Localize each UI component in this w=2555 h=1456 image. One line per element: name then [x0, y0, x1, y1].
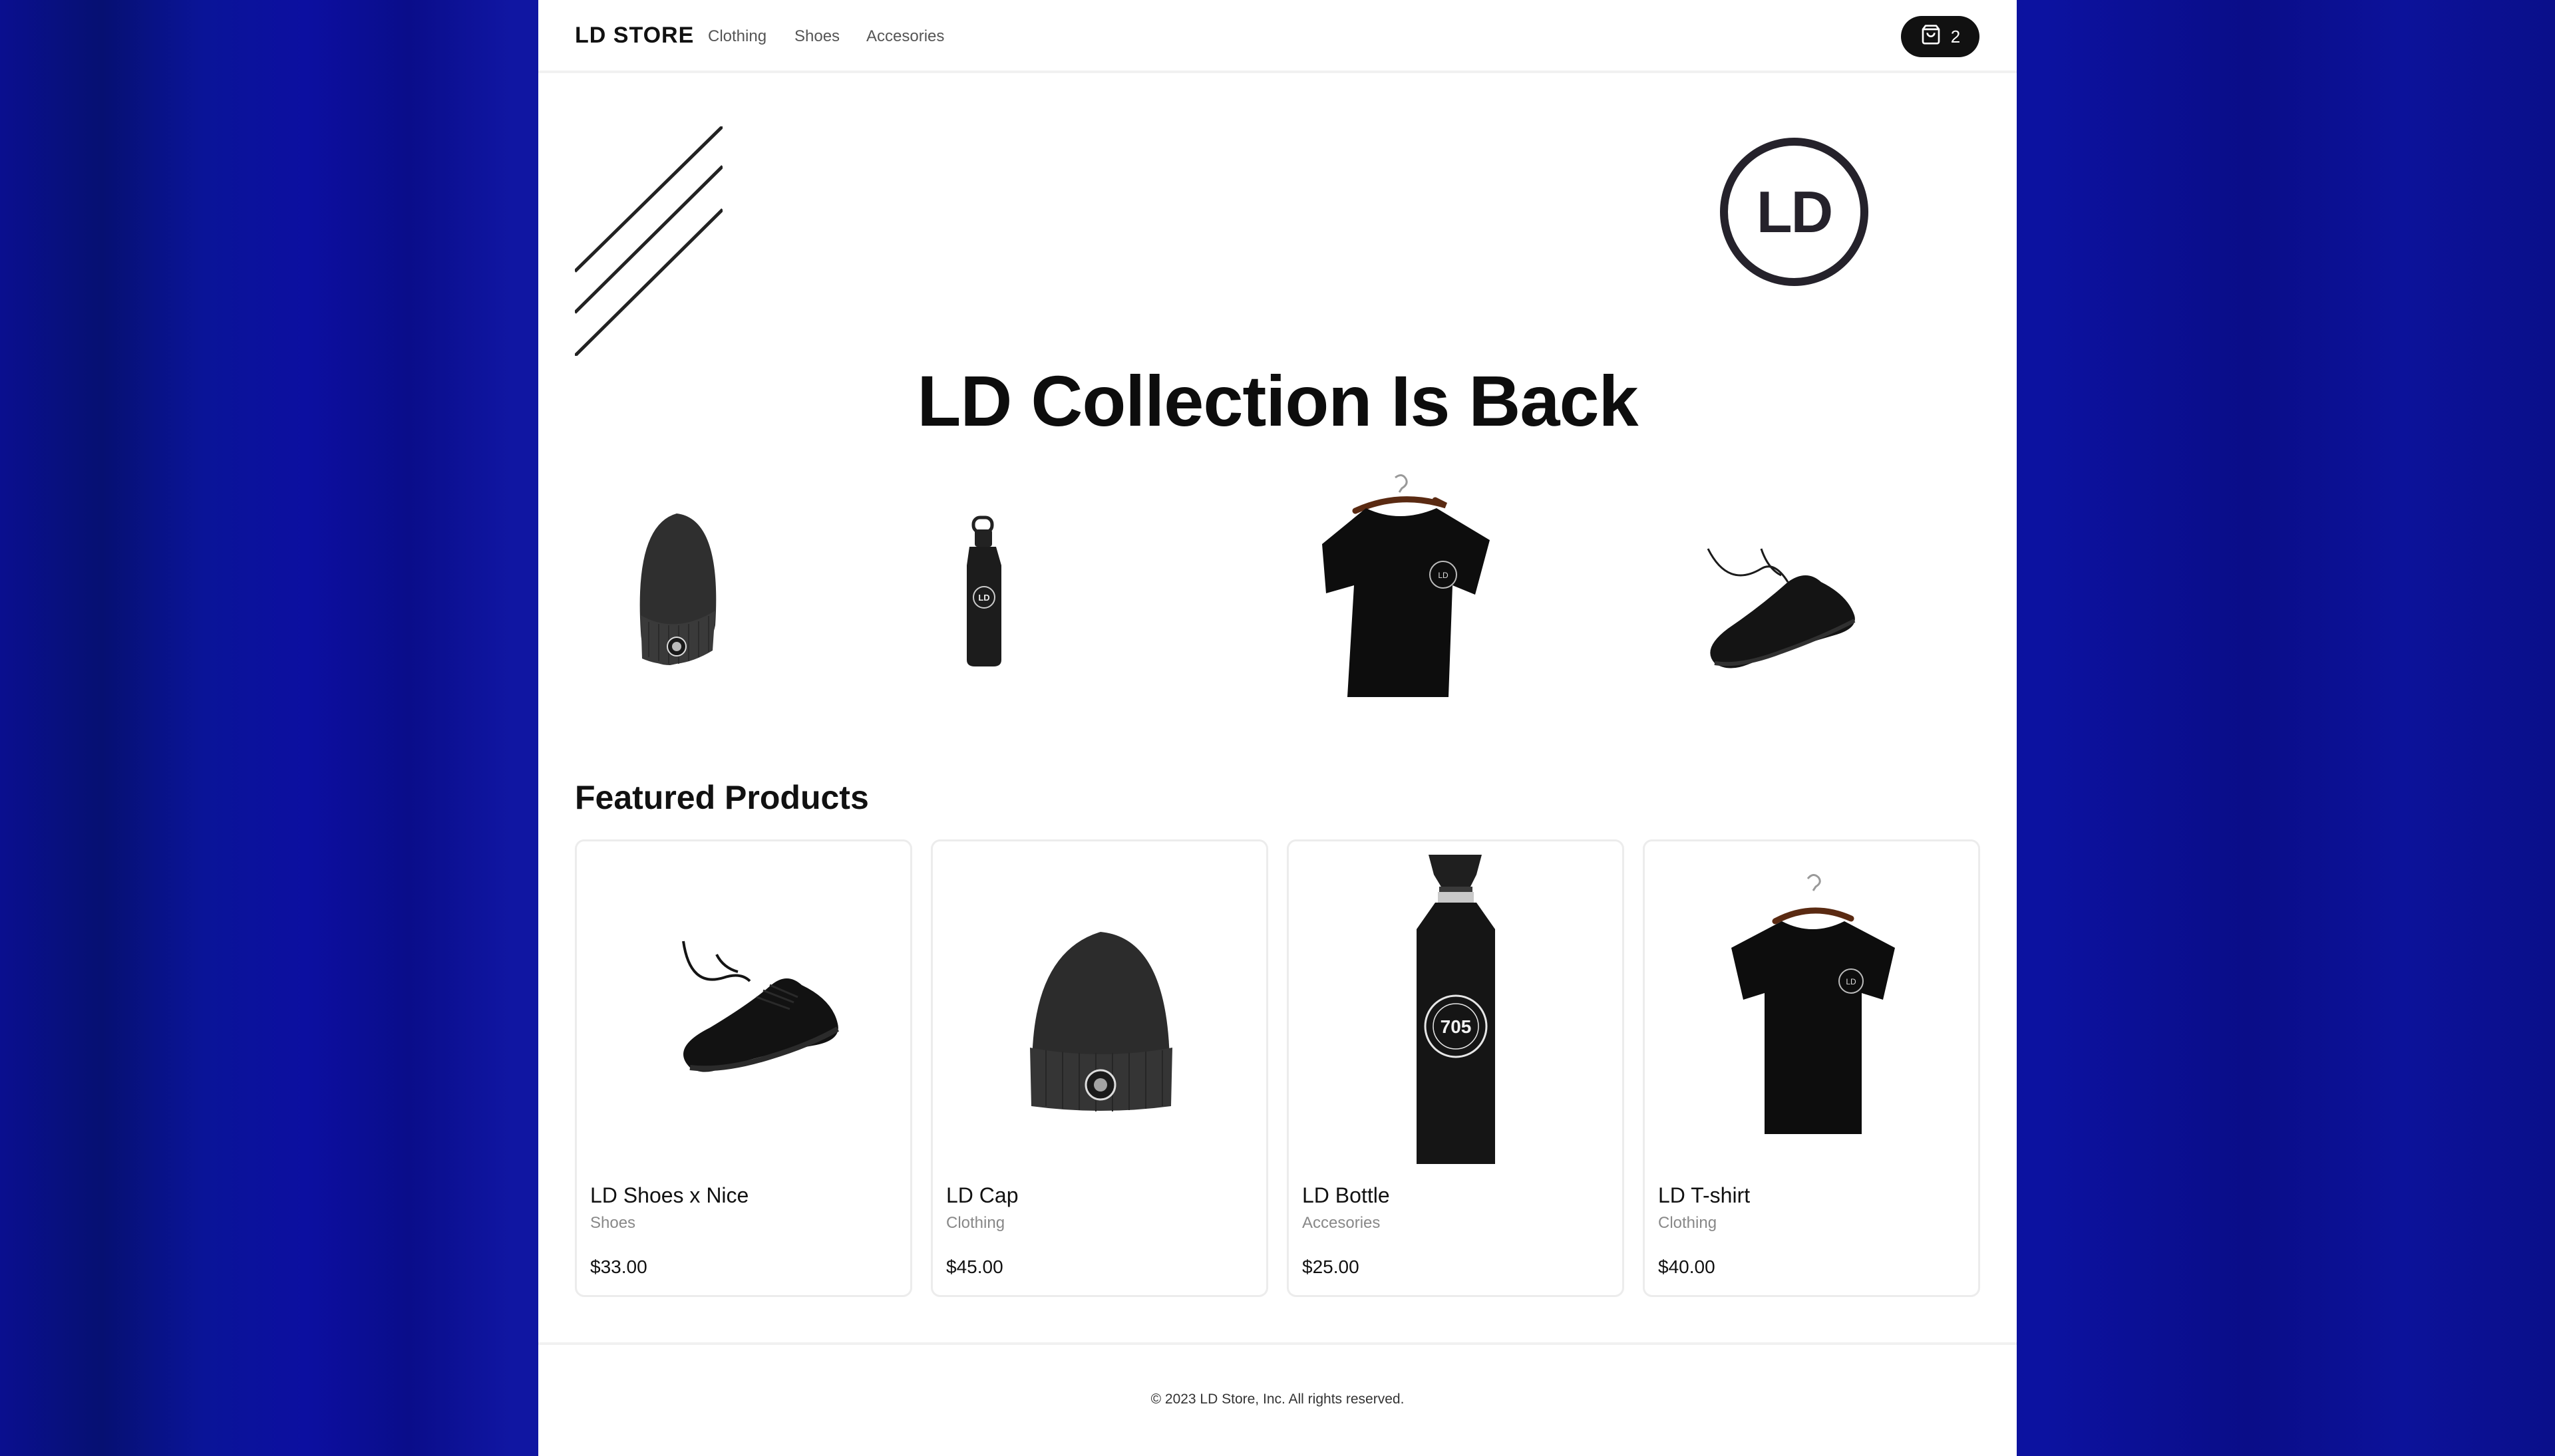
product-image-tshirt: LD [1731, 874, 1895, 1134]
brand-logo[interactable]: LD STORE [575, 23, 694, 49]
nav-shoes[interactable]: Shoes [794, 27, 840, 46]
product-card-cap[interactable]: LD Cap Clothing $45.00 [931, 839, 1268, 1297]
product-card-tshirt[interactable]: LD LD T-shirt Clothing $40.00 [1643, 839, 1980, 1297]
product-name[interactable]: LD Shoes x Nice [590, 1183, 749, 1208]
product-category: Clothing [1658, 1214, 1717, 1232]
product-category: Clothing [946, 1214, 1005, 1232]
product-card-shoes[interactable]: LD Shoes x Nice Shoes $33.00 [575, 839, 912, 1297]
svg-text:LD: LD [1846, 977, 1856, 986]
ld-logo-badge: LD [1720, 138, 1868, 286]
diagonal-lines-decoration [575, 126, 723, 356]
copyright-text: © 2023 LD Store, Inc. All rights reserve… [1150, 1391, 1405, 1407]
hero-tshirt-image: LD [1322, 474, 1490, 697]
store-page: LD STORE Clothing Shoes Accesories 2 LD … [538, 0, 2017, 1456]
product-price: $45.00 [946, 1256, 1003, 1277]
product-category: Shoes [590, 1214, 636, 1232]
nav-clothing[interactable]: Clothing [708, 27, 766, 46]
product-price: $40.00 [1658, 1256, 1715, 1277]
featured-products-title: Featured Products [575, 779, 869, 816]
svg-text:LD: LD [1438, 571, 1448, 580]
svg-text:LD: LD [978, 593, 989, 603]
product-name[interactable]: LD Bottle [1302, 1183, 1390, 1208]
product-category: Accesories [1302, 1214, 1381, 1232]
product-image-bottle: 705 [1417, 855, 1495, 1164]
bottle-badge-text: 705 [1441, 1016, 1472, 1037]
hero-title: LD Collection Is Back [917, 361, 1638, 441]
product-name[interactable]: LD T-shirt [1658, 1183, 1750, 1208]
product-image-beanie [1030, 932, 1172, 1111]
nav-accesories[interactable]: Accesories [866, 27, 944, 46]
cart-button[interactable]: 2 [1901, 16, 1979, 57]
cart-count: 2 [1950, 26, 1961, 47]
product-name[interactable]: LD Cap [946, 1183, 1019, 1208]
site-footer: © 2023 LD Store, Inc. All rights reserve… [538, 1342, 2017, 1456]
shopping-bag-icon [1920, 24, 1942, 50]
site-header: LD STORE Clothing Shoes Accesories 2 [538, 0, 2017, 73]
product-image-sneaker [682, 941, 839, 1072]
hero-bottle-image: LD [967, 515, 1001, 666]
hero-beanie-image [639, 513, 717, 665]
product-card-bottle[interactable]: 705 LD Bottle Accesories $25.00 [1287, 839, 1624, 1297]
product-price: $33.00 [590, 1256, 647, 1277]
product-price: $25.00 [1302, 1256, 1359, 1277]
hero-sneaker-image [1707, 548, 1856, 668]
